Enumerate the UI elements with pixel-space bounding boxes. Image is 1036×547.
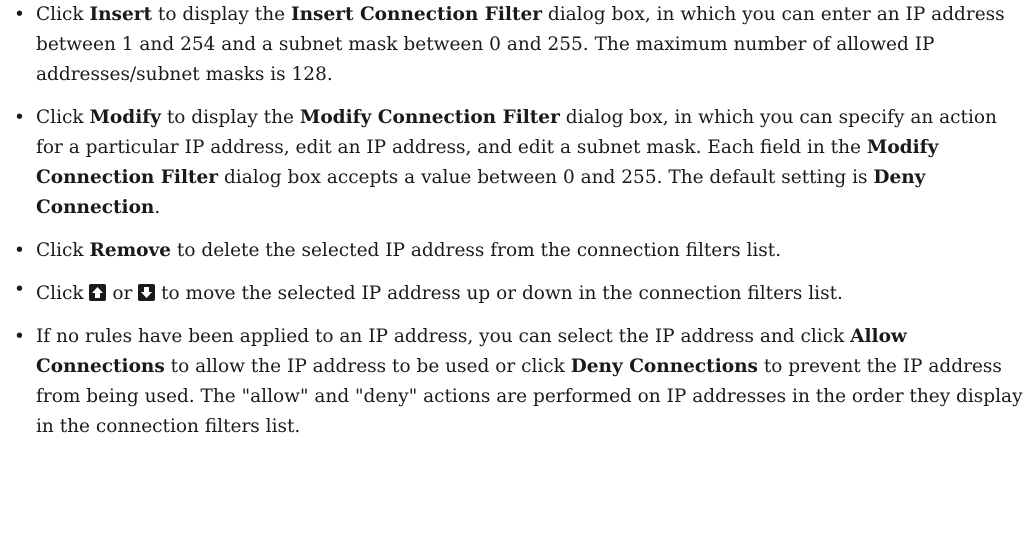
remove-button-label: Remove <box>89 240 172 261</box>
bullet-marker: • <box>14 240 25 261</box>
text: to move the selected IP address up or do… <box>155 283 843 304</box>
text: Click <box>36 4 90 25</box>
modify-button-label: Modify <box>89 107 161 128</box>
text: Click <box>36 107 90 128</box>
text: or <box>106 283 139 304</box>
insert-button-label: Insert <box>89 4 153 25</box>
text: Click <box>36 283 90 304</box>
bullet-item-move: • Click or to move the selected IP addres… <box>12 279 1024 309</box>
bullet-item-rules: • If no rules have been applied to an IP … <box>12 322 1024 442</box>
bullet-list: • Click Insert to display the Insert Conn… <box>12 0 1024 442</box>
bullet-item-modify: • Click Modify to display the Modify Conn… <box>12 103 1024 223</box>
text: to display the <box>152 4 291 25</box>
bullet-marker: • <box>14 279 25 300</box>
text: to allow the IP address to be used or cl… <box>164 356 571 377</box>
bullet-item-insert: • Click Insert to display the Insert Conn… <box>12 0 1024 90</box>
bullet-marker: • <box>14 326 25 347</box>
bullet-item-remove: • Click Remove to delete the selected IP … <box>12 236 1024 266</box>
text: to delete the selected IP address from t… <box>171 240 782 261</box>
up-arrow-icon <box>89 284 107 301</box>
bullet-marker: • <box>14 4 25 25</box>
text: Click <box>36 240 90 261</box>
deny-connections-label: Deny Connections <box>570 356 758 377</box>
document-body: • Click Insert to display the Insert Conn… <box>12 0 1024 442</box>
modify-dialog-name: Modify Connection Filter <box>299 107 560 128</box>
text: dialog box accepts a value between 0 and… <box>218 167 874 188</box>
text: If no rules have been applied to an IP a… <box>36 326 851 347</box>
insert-dialog-name: Insert Connection Filter <box>290 4 543 25</box>
text: to display the <box>160 107 300 128</box>
down-arrow-icon <box>138 284 156 301</box>
bullet-marker: • <box>14 107 25 128</box>
text: . <box>154 197 161 218</box>
